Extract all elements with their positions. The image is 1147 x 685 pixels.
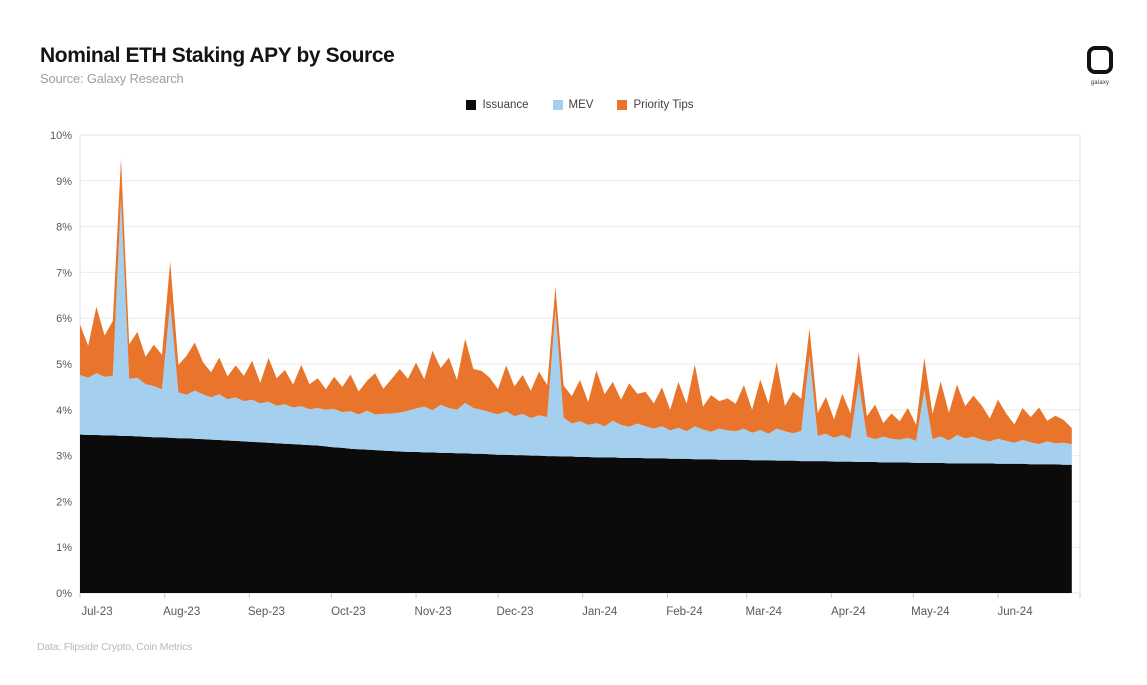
data-source-footnote: Data: Flipside Crypto, Coin Metrics	[37, 641, 192, 653]
svg-text:Dec-23: Dec-23	[496, 606, 533, 618]
svg-text:Jul-23: Jul-23	[81, 606, 112, 618]
svg-text:Feb-24: Feb-24	[666, 606, 703, 618]
svg-text:1%: 1%	[56, 542, 72, 554]
svg-text:May-24: May-24	[911, 606, 950, 618]
svg-text:9%: 9%	[56, 176, 72, 188]
svg-text:Nov-23: Nov-23	[415, 606, 452, 618]
svg-text:Jun-24: Jun-24	[997, 606, 1033, 618]
svg-text:Sep-23: Sep-23	[248, 606, 285, 618]
svg-text:Oct-23: Oct-23	[331, 606, 366, 618]
svg-text:3%: 3%	[56, 451, 72, 463]
svg-text:2%: 2%	[56, 496, 72, 508]
svg-text:Jan-24: Jan-24	[582, 606, 618, 618]
svg-text:Apr-24: Apr-24	[831, 606, 866, 618]
svg-text:7%: 7%	[56, 267, 72, 279]
svg-text:4%: 4%	[56, 405, 72, 417]
svg-text:10%: 10%	[50, 130, 72, 142]
svg-text:Aug-23: Aug-23	[163, 606, 200, 618]
svg-text:6%: 6%	[56, 313, 72, 325]
staking-apy-chart: 0% 1% 2% 3% 4% 5% 6% 7% 8% 9% 10% Jul-23 Aug-23 Sep-2…	[0, 0, 1147, 680]
svg-text:8%: 8%	[56, 222, 72, 234]
staking-apy-chart-canvas: 0% 1% 2% 3% 4% 5% 6% 7% 8% 9% 10% Jul-23 Aug-23 Sep-2…	[0, 0, 1147, 680]
svg-text:0%: 0%	[56, 588, 72, 600]
svg-text:5%: 5%	[56, 359, 72, 371]
svg-text:Mar-24: Mar-24	[745, 606, 782, 618]
